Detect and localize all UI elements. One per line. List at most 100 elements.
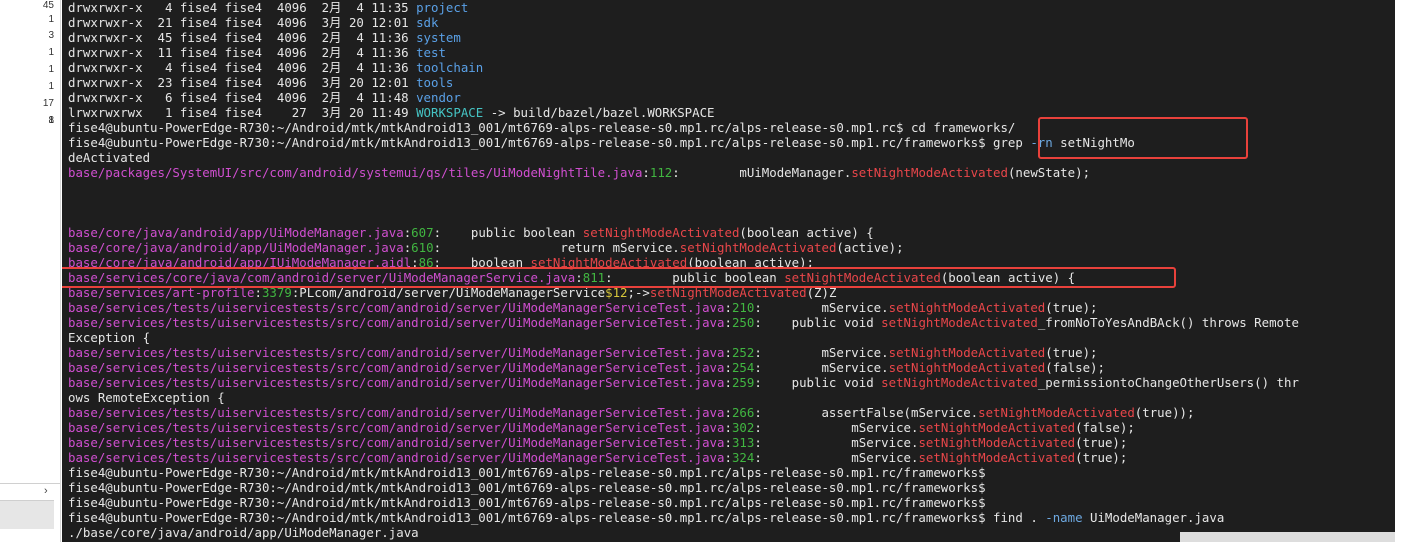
terminal-text-segment: base/core/java/android/app/UiModeManager…: [68, 225, 404, 240]
terminal-text-segment: -> build/bazel/bazel.WORKSPACE: [483, 105, 715, 120]
terminal-text-segment: setNightModeActivated: [679, 240, 837, 255]
terminal-line: deActivated: [68, 150, 1299, 165]
terminal-text-segment: drwxrwxr-x 6 fise4 fise4 4096 2月 4 11:48: [68, 90, 417, 105]
terminal-text-segment: setNightModeActivated: [649, 285, 807, 300]
terminal-line: base/services/tests/uiservicestests/src/…: [68, 420, 1299, 435]
terminal-text-segment: 259: [731, 375, 755, 390]
terminal-line: ows RemoteException {: [68, 390, 1299, 405]
terminal-text-segment: : mService.: [754, 345, 889, 360]
terminal-text-segment: : boolean: [433, 255, 531, 270]
sidebar-number: 1: [48, 47, 54, 58]
terminal-line: base/services/art-profile:3379:PLcom/and…: [68, 285, 1299, 300]
terminal-text-segment: 250: [731, 315, 755, 330]
terminal-text-segment: :: [724, 405, 732, 420]
terminal-text-segment: :: [642, 165, 650, 180]
terminal-line: base/services/tests/uiservicestests/src/…: [68, 405, 1299, 420]
terminal-text-segment: tools: [416, 75, 454, 90]
terminal-text-segment: fise4@ubuntu-PowerEdge-R730:~/Android/mt…: [68, 465, 986, 480]
terminal-line: base/services/tests/uiservicestests/src/…: [68, 435, 1299, 450]
terminal-line: base/services/tests/uiservicestests/src/…: [68, 300, 1299, 315]
terminal-text-segment: base/services/tests/uiservicestests/src/…: [68, 405, 725, 420]
terminal-line: fise4@ubuntu-PowerEdge-R730:~/Android/mt…: [68, 135, 1299, 150]
terminal-text-segment: (false);: [1075, 420, 1135, 435]
terminal-line: fise4@ubuntu-PowerEdge-R730:~/Android/mt…: [68, 480, 1299, 495]
terminal-text-segment: 607: [411, 225, 434, 240]
terminal-text-segment: setNightModeActivated: [888, 345, 1046, 360]
terminal-line: drwxrwxr-x 21 fise4 fise4 4096 3月 20 12:…: [68, 15, 1299, 30]
terminal-text-segment: :: [575, 270, 583, 285]
terminal-text-segment: setNightModeActivated: [582, 225, 740, 240]
terminal-line: base/services/tests/uiservicestests/src/…: [68, 360, 1299, 375]
terminal-line: drwxrwxr-x 4 fise4 fise4 4096 2月 4 11:36…: [68, 60, 1299, 75]
terminal-text-segment: : mService.: [754, 420, 919, 435]
terminal-text-segment: base/services/tests/uiservicestests/src/…: [68, 420, 725, 435]
terminal-text-segment: drwxrwxr-x 11 fise4 fise4 4096 2月 4 11:3…: [68, 45, 417, 60]
chevron-right-icon[interactable]: ›: [44, 485, 48, 497]
terminal-text-segment: deActivated: [68, 150, 151, 165]
terminal-text-segment: 811: [582, 270, 606, 285]
terminal-text-segment: : mService.: [754, 450, 919, 465]
sidebar-number: 17: [42, 98, 54, 109]
terminal-text-segment: (boolean active) {: [739, 225, 874, 240]
terminal-text-segment: _fromNoToYesAndBAck() throws Remote: [1037, 315, 1299, 330]
terminal-line: fise4@ubuntu-PowerEdge-R730:~/Android/mt…: [68, 510, 1299, 525]
terminal-output: drwxrwxr-x 4 fise4 fise4 4096 2月 4 11:35…: [68, 0, 1299, 540]
terminal-window[interactable]: drwxrwxr-x 4 fise4 fise4 4096 2月 4 11:35…: [62, 0, 1395, 542]
terminal-line: base/services/tests/uiservicestests/src/…: [68, 375, 1299, 390]
terminal-text-segment: :: [724, 315, 732, 330]
terminal-text-segment: 252: [731, 345, 755, 360]
terminal-text-segment: drwxrwxr-x 4 fise4 fise4 4096 2月 4 11:36: [68, 60, 417, 75]
terminal-text-segment: base/packages/SystemUI/src/com/android/s…: [68, 165, 643, 180]
terminal-line: base/core/java/android/app/UiModeManager…: [68, 240, 1299, 255]
terminal-text-segment: Exception {: [68, 330, 151, 345]
terminal-text-segment: fise4@ubuntu-PowerEdge-R730:~/Android/mt…: [68, 480, 986, 495]
panel-scrollbar[interactable]: [0, 500, 54, 529]
terminal-text-segment: base/services/tests/uiservicestests/src/…: [68, 300, 725, 315]
terminal-text-segment: 324: [731, 450, 755, 465]
terminal-line: base/services/tests/uiservicestests/src/…: [68, 345, 1299, 360]
terminal-text-segment: 610: [411, 240, 434, 255]
terminal-text-segment: vendor: [416, 90, 461, 105]
terminal-text-segment: (true);: [1075, 450, 1128, 465]
terminal-text-segment: :: [724, 420, 732, 435]
right-window-edge: [1395, 0, 1412, 542]
terminal-text-segment: : public boolean: [433, 225, 583, 240]
terminal-line: fise4@ubuntu-PowerEdge-R730:~/Android/mt…: [68, 120, 1299, 135]
terminal-text-segment: toolchain: [416, 60, 484, 75]
terminal-text-segment: setNightModeActivated: [784, 270, 941, 285]
terminal-line: drwxrwxr-x 4 fise4 fise4 4096 2月 4 11:35…: [68, 0, 1299, 15]
terminal-text-segment: setNightModeActivated: [888, 300, 1046, 315]
terminal-text-segment: setNightModeActivated: [918, 420, 1076, 435]
terminal-text-segment: 302: [731, 420, 755, 435]
terminal-text-segment: 3379: [261, 285, 292, 300]
sidebar-number: 45: [42, 0, 54, 11]
terminal-text-segment: base/services/tests/uiservicestests/src/…: [68, 435, 725, 450]
terminal-text-segment: setNightModeActivated: [888, 360, 1046, 375]
terminal-line: fise4@ubuntu-PowerEdge-R730:~/Android/mt…: [68, 495, 1299, 510]
terminal-text-segment: (boolean active);: [687, 255, 815, 270]
terminal-text-segment: base/services/art-profile: [68, 285, 255, 300]
terminal-text-segment: (true));: [1134, 405, 1195, 420]
terminal-line: base/core/java/android/app/IUiModeManage…: [68, 255, 1299, 270]
terminal-text-segment: drwxrwxr-x 21 fise4 fise4 4096 3月 20 12:…: [68, 15, 417, 30]
terminal-line: drwxrwxr-x 6 fise4 fise4 4096 2月 4 11:48…: [68, 90, 1299, 105]
terminal-text-segment: -rn: [1030, 135, 1053, 150]
terminal-text-segment: setNightModeActivated: [918, 450, 1076, 465]
terminal-text-segment: fise4@ubuntu-PowerEdge-R730:~/Android/mt…: [68, 495, 986, 510]
terminal-text-segment: :: [254, 285, 262, 300]
terminal-text-segment: base/core/java/android/app/IUiModeManage…: [68, 255, 412, 270]
terminal-text-segment: -name: [1045, 510, 1083, 525]
terminal-text-segment: (active);: [836, 240, 904, 255]
terminal-text-segment: (true);: [1045, 345, 1098, 360]
terminal-text-segment: : mUiModeManager.: [672, 165, 852, 180]
terminal-text-segment: setNightModeActivated: [918, 435, 1076, 450]
terminal-text-segment: UiModeManager.java: [1082, 510, 1225, 525]
terminal-text-segment: ./base/core/java/android/app/UiModeManag…: [68, 525, 419, 540]
terminal-text-segment: : mService.: [754, 360, 889, 375]
terminal-text-segment: project: [416, 0, 469, 15]
terminal-text-segment: : mService.: [754, 300, 889, 315]
overlay-fade: [1180, 532, 1395, 542]
terminal-text-segment: :: [724, 435, 732, 450]
terminal-line: base/services/tests/uiservicestests/src/…: [68, 315, 1299, 330]
